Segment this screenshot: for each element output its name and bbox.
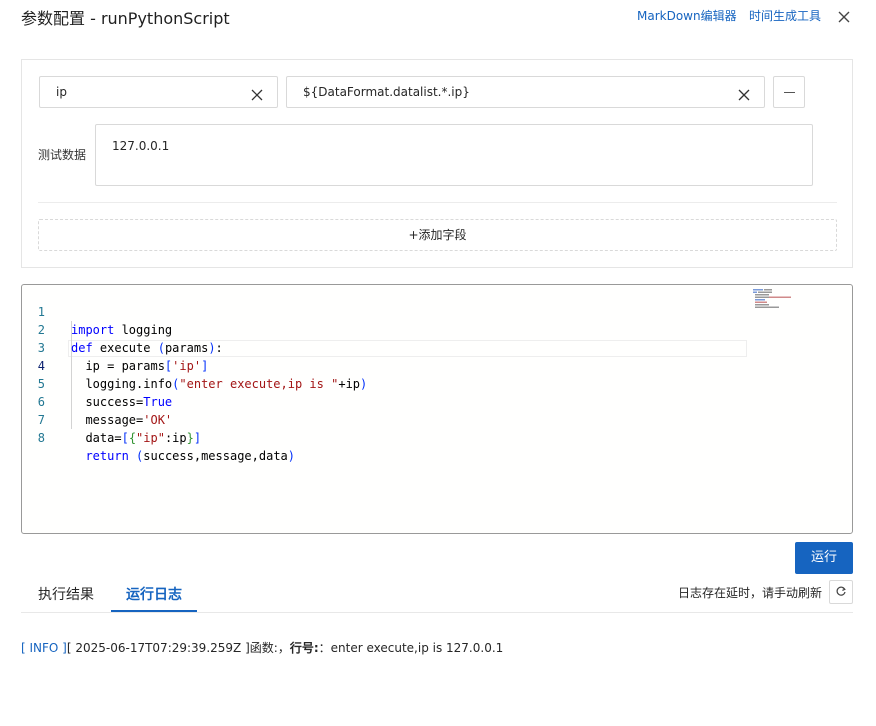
log-separator: ，: [277, 641, 290, 655]
time-tool-link[interactable]: 时间生成工具: [749, 7, 821, 24]
run-button[interactable]: 运行: [795, 542, 853, 574]
code-line: 7 data=[{"ip":ip}]: [22, 393, 852, 445]
active-tab-indicator: [111, 610, 197, 612]
tab-execution-result[interactable]: 执行结果: [38, 584, 94, 604]
code-line: 8 return (success,message,data): [22, 411, 852, 463]
log-level: [ INFO ]: [21, 641, 67, 655]
log-line-label: 行号:: [289, 641, 319, 655]
code-editor[interactable]: 1 import logging 2 def execute (params):…: [21, 284, 853, 534]
divider: [38, 202, 837, 203]
refresh-hint: 日志存在延时，请手动刷新: [678, 586, 823, 600]
test-data-label: 测试数据: [38, 148, 87, 162]
code-line: 1 import logging: [22, 285, 852, 337]
params-panel: ip ${DataFormat.datalist.*.ip} 测试数据 127.…: [21, 59, 853, 268]
refresh-button[interactable]: [829, 580, 853, 604]
add-field-button[interactable]: +添加字段: [38, 219, 837, 251]
tabs-divider: [21, 612, 853, 613]
field-name-input[interactable]: ip: [39, 76, 278, 108]
log-func-label: 函数:: [249, 641, 278, 655]
close-icon[interactable]: [836, 9, 852, 25]
code-line: 6 message='OK': [22, 375, 852, 427]
field-value-text: ${DataFormat.datalist.*.ip}: [303, 85, 470, 99]
dialog-title: 参数配置 - runPythonScript: [21, 9, 230, 28]
field-value-input[interactable]: ${DataFormat.datalist.*.ip}: [286, 76, 765, 108]
clear-icon[interactable]: [738, 86, 750, 101]
code-line: 4 logging.info("enter execute,ip is "+ip…: [22, 339, 852, 391]
log-timestamp: [ 2025-06-17T07:29:39.259Z ]: [66, 641, 250, 655]
code-line: 5 success=True: [22, 357, 852, 409]
code-text: data=[{"ip":ip}]: [71, 431, 202, 445]
log-entry: [ INFO ][ 2025-06-17T07:29:39.259Z ]函数:，…: [21, 639, 503, 656]
markdown-editor-link[interactable]: MarkDown编辑器: [637, 7, 737, 24]
test-data-value: 127.0.0.1: [112, 139, 170, 153]
log-message: ：enter execute,ip is 127.0.0.1: [318, 641, 504, 655]
code-text: return (success,message,data): [85, 449, 296, 463]
clear-icon[interactable]: [251, 86, 263, 101]
test-data-textarea[interactable]: 127.0.0.1: [95, 124, 813, 186]
code-line: 2 def execute (params):: [22, 303, 852, 355]
tab-run-log[interactable]: 运行日志: [126, 584, 182, 604]
line-number: 8: [37, 431, 45, 445]
refresh-icon: [836, 586, 846, 596]
field-name-value: ip: [56, 85, 67, 99]
code-line: 3 ip = params['ip']: [22, 321, 852, 373]
remove-field-button[interactable]: [773, 76, 805, 108]
